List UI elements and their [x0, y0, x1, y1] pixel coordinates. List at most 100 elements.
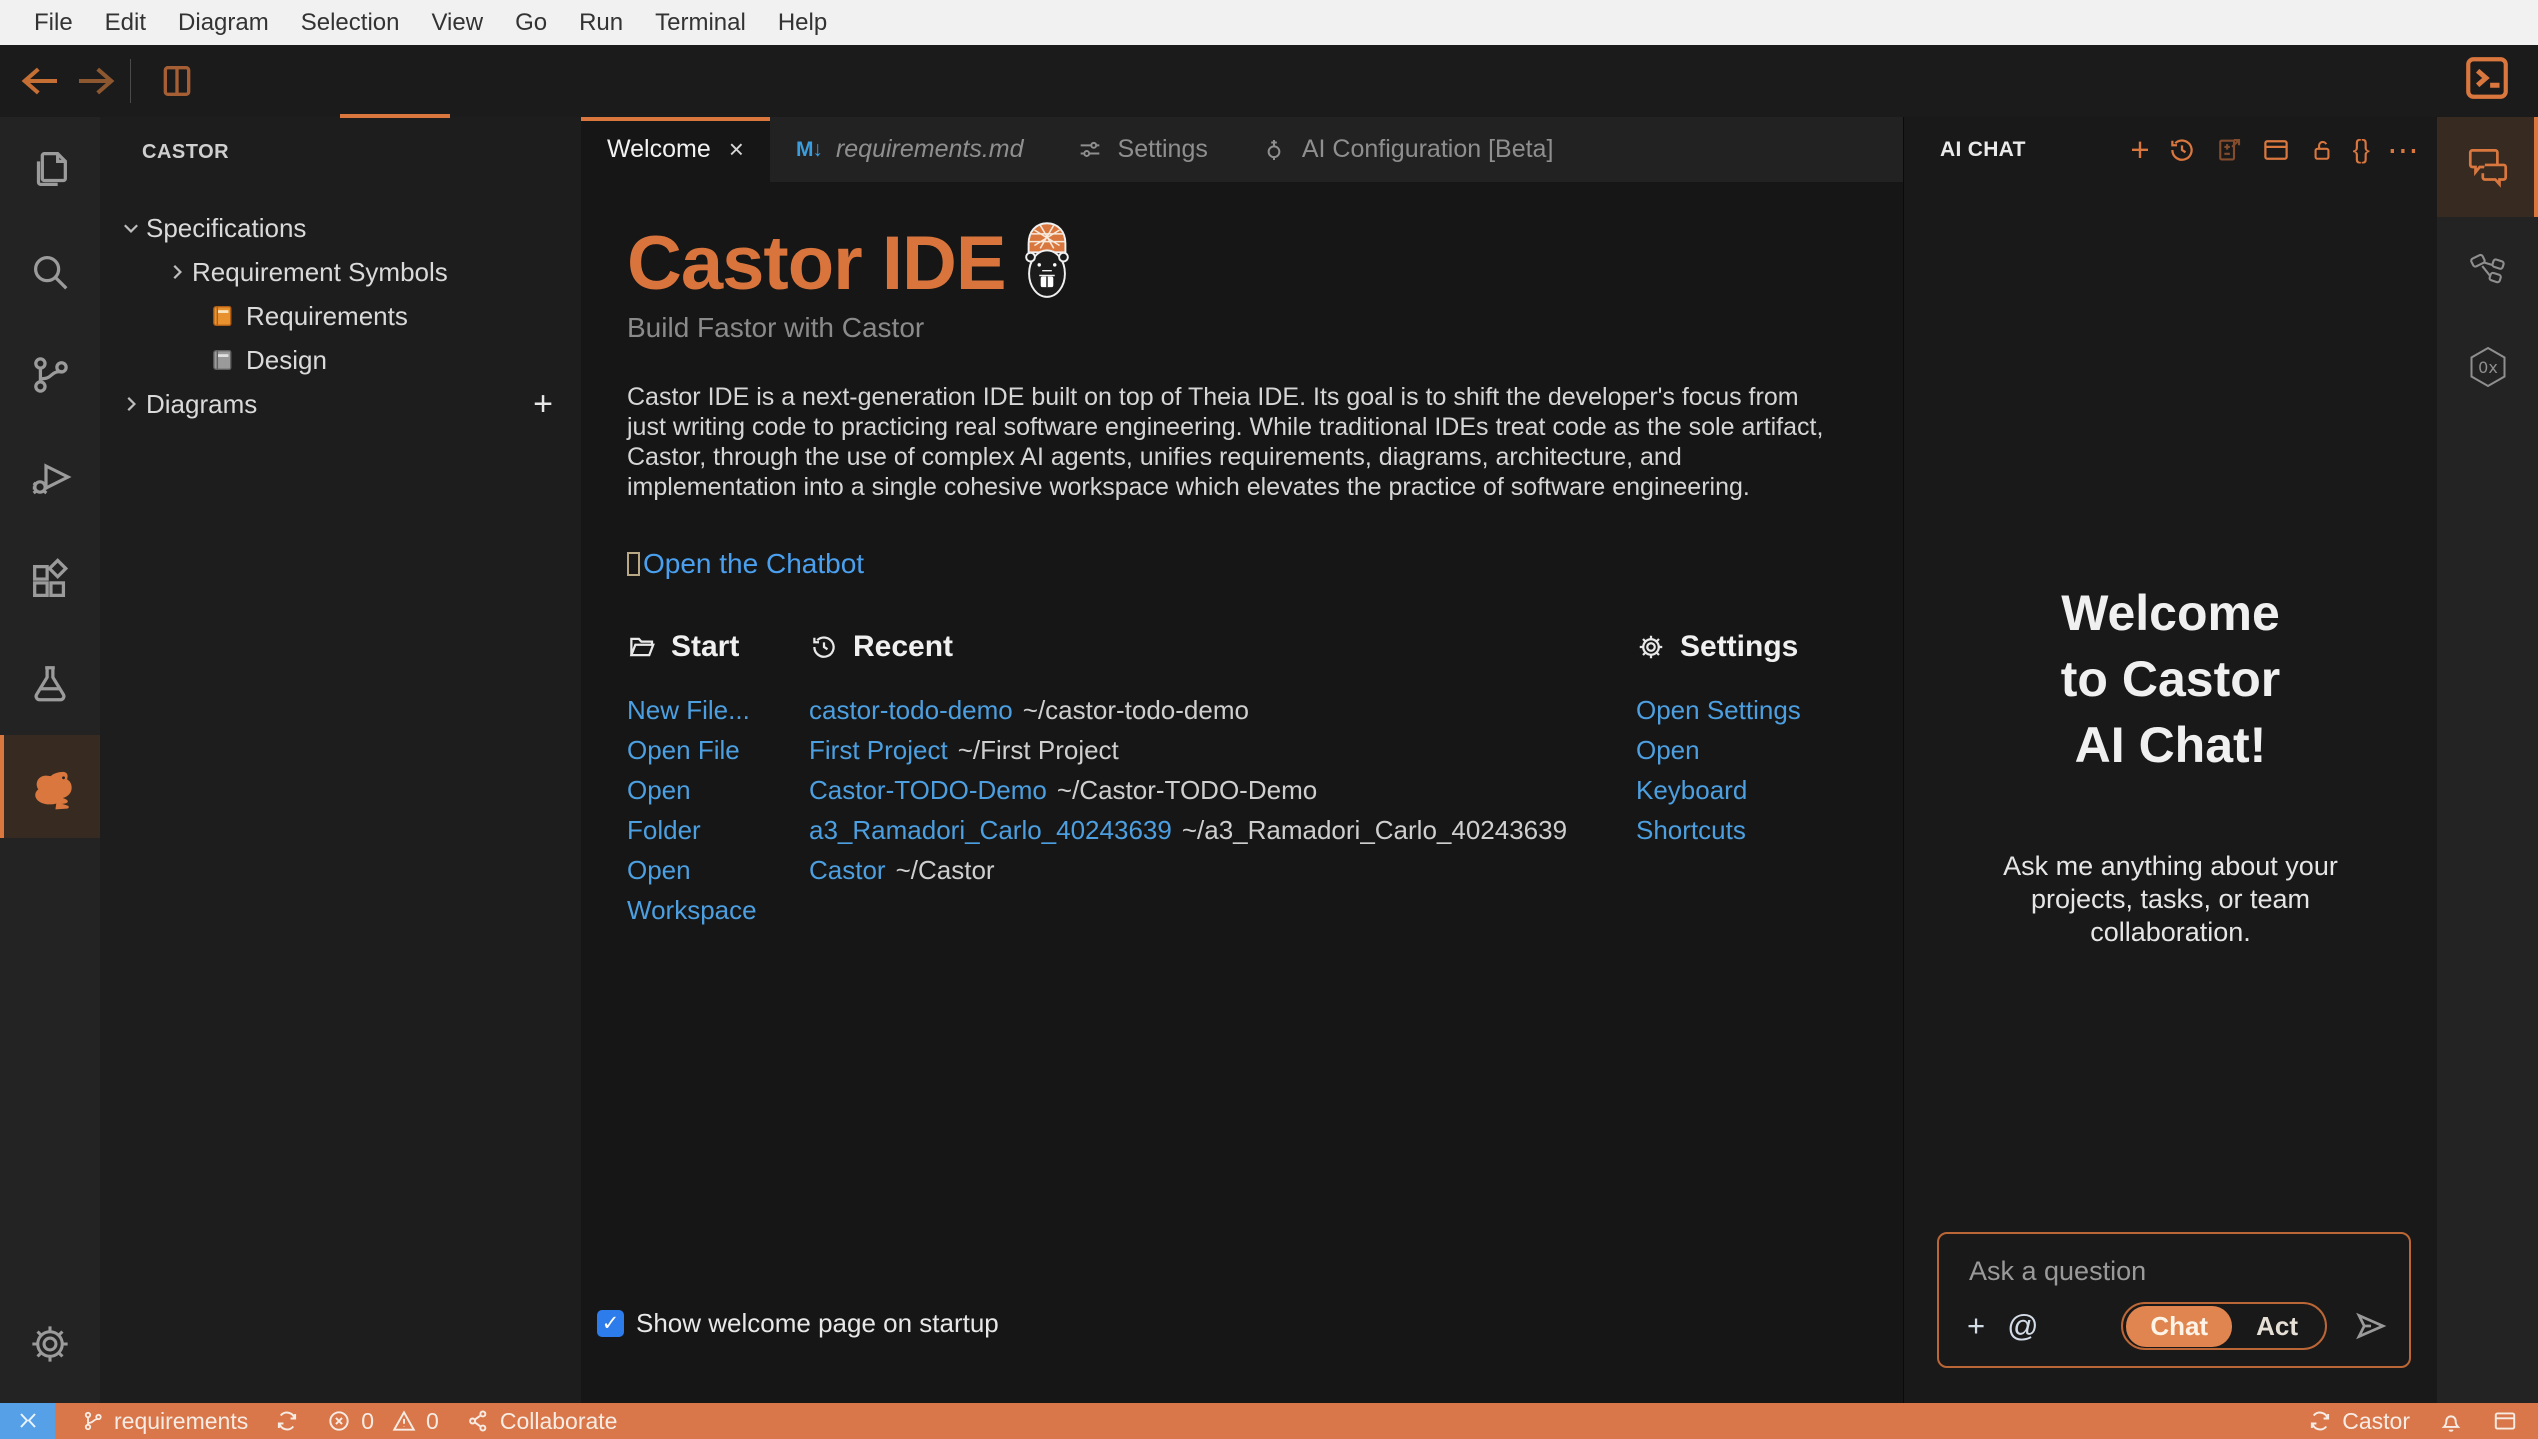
recent-link[interactable]: Castor: [809, 855, 886, 885]
panel-layout-icon: [2261, 135, 2291, 165]
attach-button[interactable]: +: [1967, 1308, 1985, 1344]
chevron-right-icon: [162, 261, 192, 283]
notifications-button[interactable]: [2438, 1408, 2464, 1434]
recent-path: ~/a3_Ramadori_Carlo_40243639: [1182, 815, 1567, 845]
sync-icon: [274, 1408, 300, 1434]
export-chat-button[interactable]: [2214, 135, 2244, 165]
close-icon[interactable]: ×: [729, 134, 744, 165]
act-mode-button[interactable]: Act: [2232, 1306, 2322, 1347]
activity-source-control[interactable]: [0, 323, 100, 426]
sync-status[interactable]: [274, 1408, 300, 1434]
collaborate-status[interactable]: Collaborate: [465, 1408, 618, 1435]
ai-chat-panel: AI CHAT + {} ⋯ Welcome to Castor AI Chat…: [1903, 117, 2437, 1403]
back-button[interactable]: [12, 53, 68, 109]
menu-go[interactable]: Go: [499, 0, 563, 45]
recent-item: a3_Ramadori_Carlo_40243639 ~/a3_Ramadori_…: [809, 810, 1636, 850]
new-chat-button[interactable]: +: [2130, 133, 2149, 166]
question-input[interactable]: [1969, 1256, 2369, 1287]
recent-item: Castor ~/Castor: [809, 850, 1636, 890]
tree-item-specifications[interactable]: Specifications: [100, 206, 581, 250]
tree-item-diagrams[interactable]: Diagrams +: [100, 382, 581, 426]
startup-checkbox[interactable]: ✓: [597, 1310, 624, 1337]
menu-run[interactable]: Run: [563, 0, 639, 45]
add-diagram-button[interactable]: +: [533, 385, 553, 424]
missing-glyph-box: [627, 552, 640, 576]
activity-debug[interactable]: [0, 426, 100, 529]
activity-castor[interactable]: [0, 735, 100, 838]
tree-item-requirement-symbols[interactable]: Requirement Symbols: [100, 250, 581, 294]
activity-settings[interactable]: [0, 1292, 100, 1395]
recent-link[interactable]: castor-todo-demo: [809, 695, 1013, 725]
menu-terminal[interactable]: Terminal: [639, 0, 762, 45]
panel-toggle-button[interactable]: [2492, 1408, 2518, 1434]
tree-item-requirements[interactable]: Requirements: [100, 294, 581, 338]
send-button[interactable]: [2353, 1308, 2389, 1344]
plug-icon: [1260, 136, 1288, 164]
toolbar-separator: [130, 59, 131, 103]
settings-column: Settings Open Settings OpenKeyboardShort…: [1636, 630, 1841, 930]
terminal-button[interactable]: [2462, 53, 2512, 103]
chat-welcome-heading: Welcome to Castor AI Chat!: [2061, 580, 2280, 778]
menu-view[interactable]: View: [415, 0, 499, 45]
menu-edit[interactable]: Edit: [89, 0, 162, 45]
castor-sync-status[interactable]: Castor: [2307, 1408, 2410, 1435]
open-file-link[interactable]: Open File: [627, 730, 740, 770]
remote-indicator[interactable]: [0, 1403, 55, 1439]
arrow-left-icon: [19, 64, 61, 98]
error-icon: [326, 1408, 352, 1434]
braces-button[interactable]: {}: [2353, 134, 2370, 165]
activity-testing[interactable]: [0, 632, 100, 735]
errors-status[interactable]: 0 0: [326, 1408, 439, 1435]
new-file-link[interactable]: New File...: [627, 690, 750, 730]
more-actions-button[interactable]: ⋯: [2387, 131, 2419, 169]
page-subtitle: Build Fastor with Castor: [627, 312, 1853, 344]
recent-link[interactable]: a3_Ramadori_Carlo_40243639: [809, 815, 1172, 845]
recent-link[interactable]: First Project: [809, 735, 948, 765]
warning-icon: [391, 1408, 417, 1434]
recent-link[interactable]: Castor-TODO-Demo: [809, 775, 1047, 805]
recent-path: ~/Castor: [896, 855, 995, 885]
forward-button[interactable]: [68, 53, 124, 109]
share-icon: [465, 1408, 491, 1434]
split-editor-button[interactable]: [149, 53, 205, 109]
split-editor-icon: [157, 61, 197, 101]
tab-welcome[interactable]: Welcome ×: [581, 117, 770, 182]
activity-search[interactable]: [0, 220, 100, 323]
tab-requirements-md[interactable]: M↓ requirements.md: [770, 117, 1050, 182]
layout-button[interactable]: [2261, 135, 2291, 165]
menu-file[interactable]: File: [18, 0, 89, 45]
menu-selection[interactable]: Selection: [285, 0, 416, 45]
tab-bar: Welcome × M↓ requirements.md Settings AI…: [581, 117, 1903, 182]
open-folder-link[interactable]: OpenFolder: [627, 770, 701, 850]
right-activity-hex-0x[interactable]: 0x: [2437, 317, 2538, 417]
activity-explorer[interactable]: [0, 117, 100, 220]
keyboard-shortcuts-link[interactable]: OpenKeyboardShortcuts: [1636, 730, 1747, 850]
chat-welcome-subtext: Ask me anything about your projects, tas…: [1961, 850, 2381, 949]
right-activity-chat[interactable]: [2437, 117, 2538, 217]
mention-button[interactable]: @: [2007, 1308, 2038, 1344]
menu-diagram[interactable]: Diagram: [162, 0, 285, 45]
right-activity-bar: 0x: [2437, 117, 2538, 1403]
open-workspace-link[interactable]: OpenWorkspace: [627, 850, 757, 930]
svg-text:0x: 0x: [2478, 358, 2498, 377]
tree-item-design[interactable]: Design: [100, 338, 581, 382]
bell-icon: [2438, 1408, 2464, 1434]
unlock-button[interactable]: [2308, 136, 2336, 164]
arrow-right-icon: [75, 64, 117, 98]
open-chatbot-link[interactable]: Open the Chatbot: [627, 548, 864, 580]
page-title: Castor IDE: [627, 226, 1006, 302]
tab-settings[interactable]: Settings: [1050, 117, 1234, 182]
chat-history-button[interactable]: [2167, 135, 2197, 165]
right-activity-hierarchy[interactable]: [2437, 217, 2538, 317]
startup-row: ✓ Show welcome page on startup: [597, 1308, 999, 1339]
orange-book-icon: [208, 302, 236, 330]
menu-help[interactable]: Help: [762, 0, 843, 45]
gear-icon: [27, 1321, 73, 1367]
history-icon: [809, 632, 839, 662]
branch-status[interactable]: requirements: [81, 1408, 248, 1435]
gray-book-icon: [208, 346, 236, 374]
open-settings-link[interactable]: Open Settings: [1636, 690, 1801, 730]
activity-extensions[interactable]: [0, 529, 100, 632]
chat-mode-button[interactable]: Chat: [2126, 1306, 2232, 1347]
tab-ai-configuration[interactable]: AI Configuration [Beta]: [1234, 117, 1580, 182]
